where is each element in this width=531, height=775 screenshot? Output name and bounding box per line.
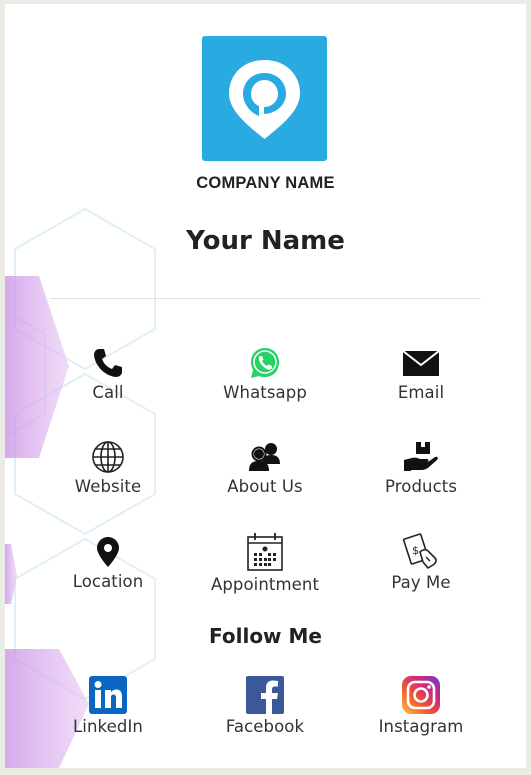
social-linkedin[interactable]: LinkedIn bbox=[33, 676, 183, 736]
action-label: Website bbox=[74, 477, 142, 496]
action-call[interactable]: Call bbox=[33, 346, 183, 402]
action-label: Appointment bbox=[210, 575, 320, 594]
social-label: Facebook bbox=[225, 717, 305, 736]
social-facebook[interactable]: Facebook bbox=[190, 676, 340, 736]
map-pin-icon bbox=[97, 537, 119, 567]
svg-text:$: $ bbox=[412, 544, 419, 557]
company-logo bbox=[202, 36, 327, 161]
box-hand-icon bbox=[404, 442, 438, 471]
action-products[interactable]: Products bbox=[346, 440, 496, 496]
action-label: About Us bbox=[227, 477, 303, 496]
social-label: Instagram bbox=[378, 717, 464, 736]
action-website[interactable]: Website bbox=[33, 440, 183, 496]
action-label: Email bbox=[397, 383, 445, 402]
social-instagram[interactable]: Instagram bbox=[346, 676, 496, 736]
action-label: Pay Me bbox=[391, 573, 451, 592]
action-pay-me[interactable]: $ Pay Me bbox=[346, 532, 496, 592]
follow-heading: Follow Me bbox=[209, 624, 322, 648]
payment-icon: $ bbox=[402, 533, 437, 570]
envelope-icon bbox=[402, 350, 440, 376]
phone-icon bbox=[94, 349, 122, 377]
person-name: Your Name bbox=[186, 226, 345, 256]
action-label: Location bbox=[72, 572, 144, 591]
location-logo-icon bbox=[229, 60, 300, 139]
action-appointment[interactable]: Appointment bbox=[190, 532, 340, 594]
action-whatsapp[interactable]: Whatsapp bbox=[190, 346, 340, 402]
business-card: COMPANY NAME Your Name Call Whatsapp Ema… bbox=[5, 4, 526, 768]
action-about-us[interactable]: About Us bbox=[190, 440, 340, 496]
whatsapp-icon bbox=[251, 348, 279, 378]
linkedin-icon bbox=[89, 676, 127, 714]
instagram-icon bbox=[402, 676, 440, 714]
action-label: Call bbox=[92, 383, 124, 402]
social-label: LinkedIn bbox=[73, 717, 143, 736]
action-label: Whatsapp bbox=[223, 383, 307, 402]
company-name: COMPANY NAME bbox=[196, 174, 335, 192]
calendar-icon bbox=[247, 533, 283, 571]
action-label: Products bbox=[384, 477, 458, 496]
action-location[interactable]: Location bbox=[33, 535, 183, 591]
action-email[interactable]: Email bbox=[346, 346, 496, 402]
facebook-icon bbox=[246, 676, 284, 714]
divider bbox=[50, 298, 481, 299]
people-icon bbox=[249, 443, 280, 471]
globe-icon bbox=[92, 441, 124, 473]
